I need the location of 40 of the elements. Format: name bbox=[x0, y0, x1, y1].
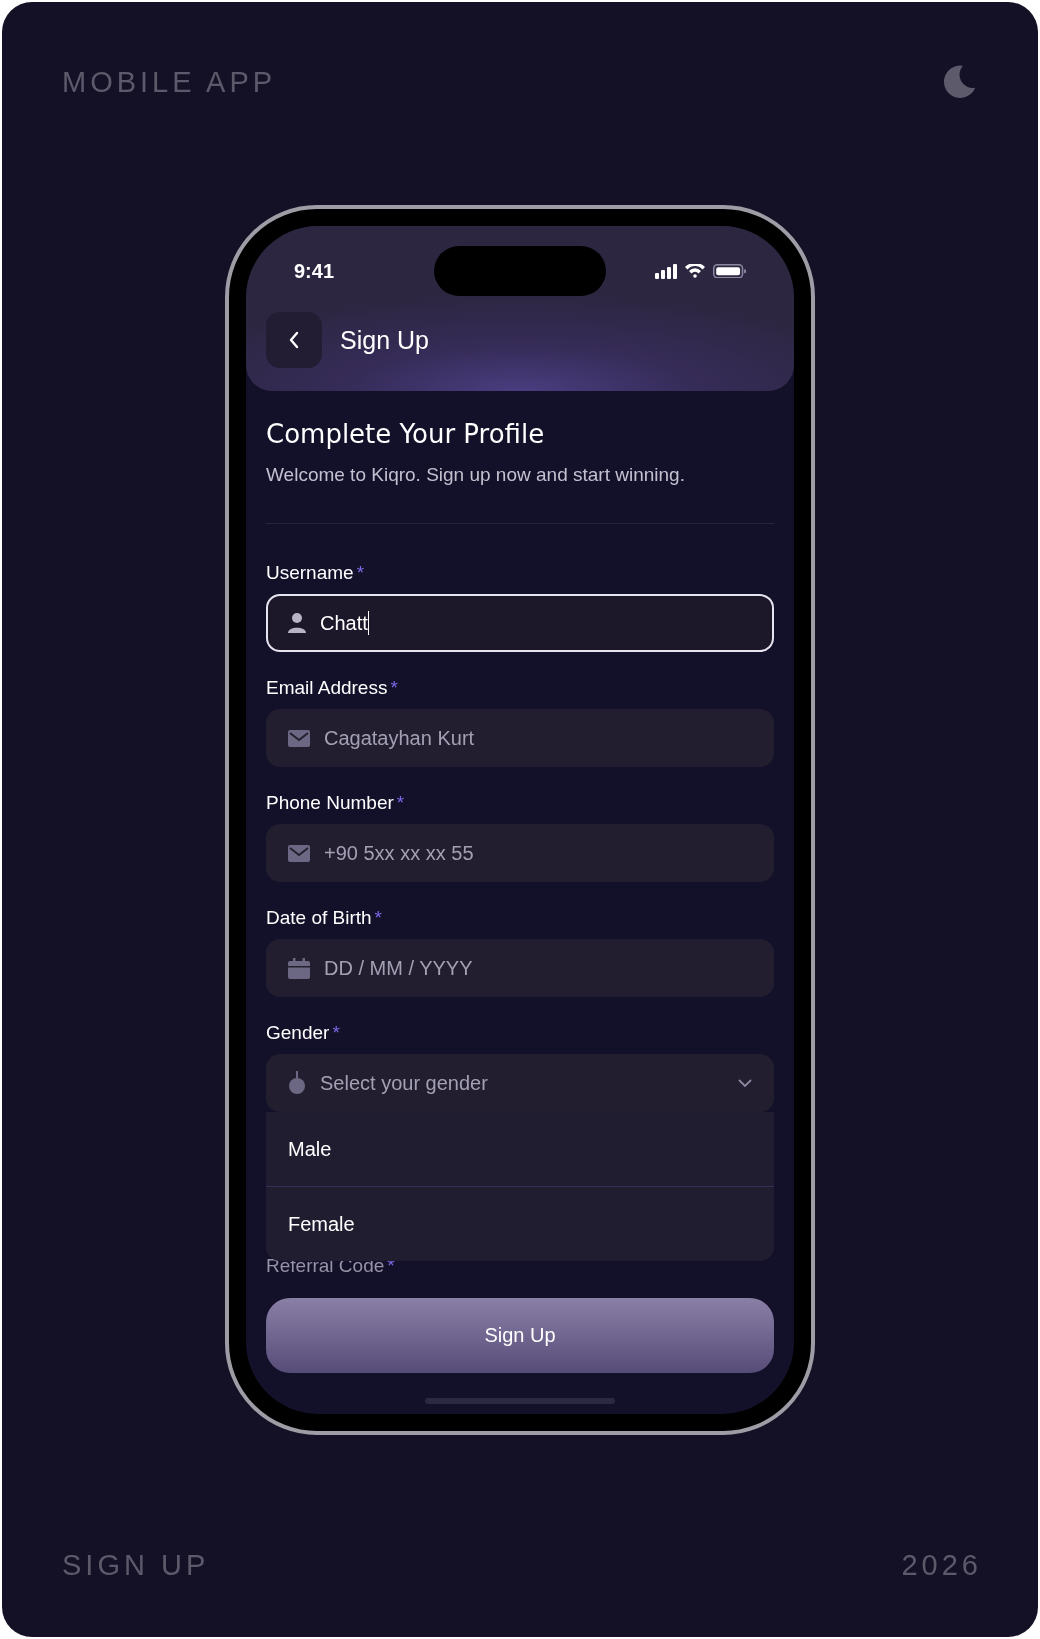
required-mark: * bbox=[390, 677, 398, 699]
section-label: MOBILE APP bbox=[62, 65, 277, 100]
envelope-icon bbox=[288, 729, 310, 747]
input-field[interactable]: Cagatayhan Kurt bbox=[266, 709, 774, 767]
person-icon bbox=[288, 612, 306, 634]
field-label: Phone Number bbox=[266, 792, 394, 814]
required-mark: * bbox=[374, 907, 382, 929]
field-placeholder: Select your gender bbox=[320, 1071, 488, 1095]
dropdown-option[interactable]: Male bbox=[266, 1112, 774, 1186]
required-mark: * bbox=[332, 1022, 340, 1044]
field-label: Email Address bbox=[266, 677, 388, 699]
gender-icon bbox=[288, 1071, 306, 1095]
envelope-icon bbox=[288, 844, 310, 862]
required-mark: * bbox=[356, 562, 365, 584]
page-subtitle: Welcome to Kiqro. Sign up now and start winning. bbox=[266, 463, 686, 487]
field-value: Chatt bbox=[320, 611, 368, 635]
screen-title: Sign Up bbox=[340, 325, 429, 355]
calendar-icon bbox=[288, 957, 310, 979]
input-field[interactable]: Select your gender bbox=[266, 1054, 774, 1112]
section-label: SIGN UP bbox=[62, 1548, 210, 1583]
field-placeholder: +90 5xx xx xx 55 bbox=[324, 841, 474, 865]
page-heading: Complete Your Profile bbox=[266, 418, 546, 451]
field-label: Date of Birth bbox=[266, 907, 372, 929]
status-time: 9:41 bbox=[294, 259, 336, 283]
input-field[interactable]: DD / MM / YYYY bbox=[266, 939, 774, 997]
field-label: Gender bbox=[266, 1022, 330, 1044]
year-label: 2026 bbox=[901, 1548, 982, 1583]
field-label: Username bbox=[266, 562, 354, 584]
battery-icon bbox=[713, 264, 746, 278]
required-mark: * bbox=[396, 792, 405, 814]
text-cursor bbox=[367, 611, 370, 635]
field-placeholder: DD / MM / YYYY bbox=[324, 956, 473, 980]
signal-icon bbox=[655, 263, 677, 279]
field-placeholder: Cagatayhan Kurt bbox=[324, 726, 475, 750]
input-field[interactable]: +90 5xx xx xx 55 bbox=[266, 824, 774, 882]
input-field[interactable]: Chatt bbox=[266, 594, 774, 652]
sign-up-button[interactable]: Sign Up bbox=[266, 1298, 774, 1373]
wifi-icon bbox=[685, 264, 705, 278]
chevron-down-icon bbox=[738, 1078, 752, 1088]
chevron-left-icon bbox=[288, 331, 300, 349]
